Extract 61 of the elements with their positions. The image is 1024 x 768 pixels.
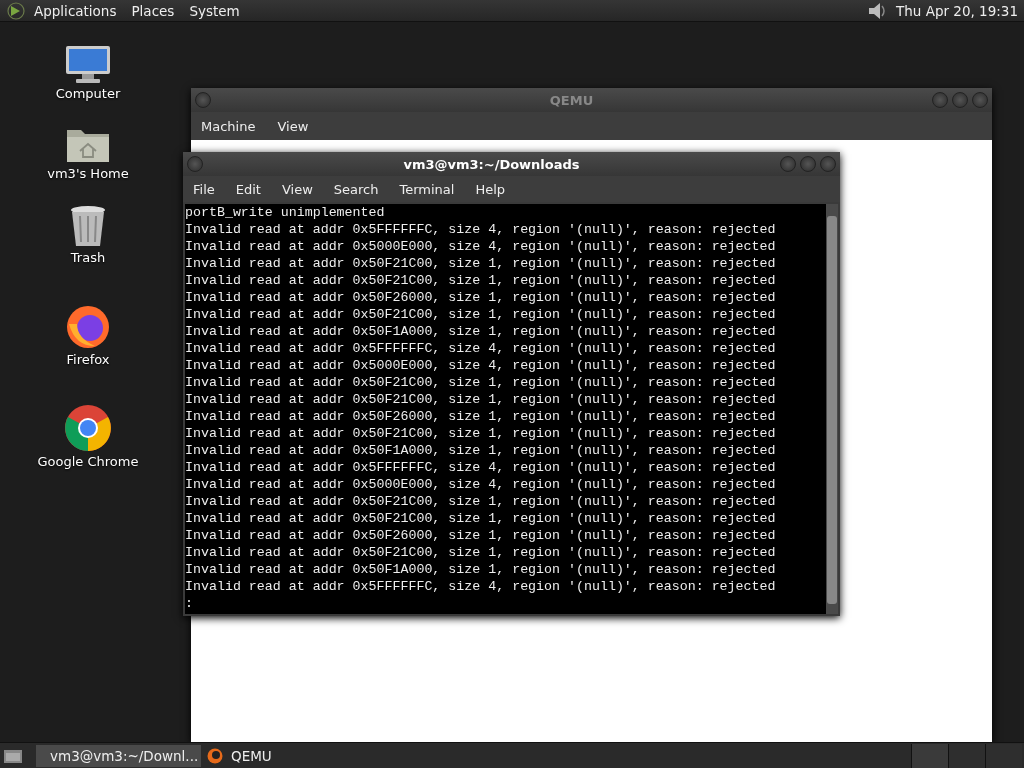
panel-menu[interactable]: Places [131, 2, 175, 19]
terminal-line: Invalid read at addr 0x50F21C00, size 1, region '(null)', reason: rejected [185, 374, 777, 391]
panel-menu[interactable]: Applications [34, 2, 117, 19]
terminal-line: Invalid read at addr 0x50F21C00, size 1, region '(null)', reason: rejected [185, 306, 777, 323]
terminal-line: Invalid read at addr 0x5000E000, size 4, region '(null)', reason: rejected [185, 476, 777, 493]
desktop-icon-label[interactable]: Trash [70, 250, 106, 265]
desktop-icon-label[interactable]: Computer [55, 86, 121, 101]
minimize-button[interactable] [780, 156, 796, 172]
taskbar-button[interactable]: vm3@vm3:~/Downl... [36, 744, 201, 767]
computer-icon[interactable] [64, 44, 112, 84]
terminal-line: Invalid read at addr 0x5FFFFFFC, size 4, region '(null)', reason: rejected [185, 459, 777, 476]
close-button[interactable] [820, 156, 836, 172]
window-menu-button[interactable] [195, 92, 211, 108]
terminal-line: Invalid read at addr 0x50F26000, size 1, region '(null)', reason: rejected [185, 289, 777, 306]
minimize-button[interactable] [932, 92, 948, 108]
window-title: QEMU [548, 92, 595, 108]
terminal-line: Invalid read at addr 0x5FFFFFFC, size 4, region '(null)', reason: rejected [185, 340, 777, 357]
menu-item[interactable]: Help [475, 181, 506, 197]
menu-item[interactable]: Edit [235, 181, 261, 197]
menu-item[interactable]: Machine [201, 118, 256, 134]
close-button[interactable] [972, 92, 988, 108]
terminal-line: Invalid read at addr 0x50F26000, size 1, region '(null)', reason: rejected [185, 408, 777, 425]
window-menu-button[interactable] [187, 156, 203, 172]
terminal-line: Invalid read at addr 0x50F1A000, size 1, region '(null)', reason: rejected [185, 323, 777, 340]
firefox-icon[interactable] [65, 304, 111, 350]
terminal-line: Invalid read at addr 0x50F21C00, size 1, region '(null)', reason: rejected [185, 391, 777, 408]
terminal-line: Invalid read at addr 0x5000E000, size 4, region '(null)', reason: rejected [185, 238, 777, 255]
menu-item[interactable]: View [277, 118, 309, 134]
terminal-line: Invalid read at addr 0x50F21C00, size 1, region '(null)', reason: rejected [185, 425, 777, 442]
terminal-line: Invalid read at addr 0x50F21C00, size 1, region '(null)', reason: rejected [185, 544, 777, 561]
chrome-icon[interactable] [64, 404, 112, 452]
desktop-icon-label[interactable]: Google Chrome [37, 454, 139, 469]
terminal-line: portB_write unimplemented [185, 204, 386, 221]
window-title: vm3@vm3:~/Downloads [402, 156, 581, 172]
terminal-line: Invalid read at addr 0x5000E000, size 4, region '(null)', reason: rejected [185, 357, 777, 374]
menu-item[interactable]: Terminal [399, 181, 455, 197]
terminal-line: Invalid read at addr 0x5FFFFFFC, size 4, region '(null)', reason: rejected [185, 221, 777, 238]
maximize-button[interactable] [800, 156, 816, 172]
menu-logo-icon[interactable] [6, 0, 26, 21]
terminal-line: Invalid read at addr 0x50F21C00, size 1, region '(null)', reason: rejected [185, 255, 777, 272]
taskbar-button[interactable]: QEMU [201, 744, 366, 767]
terminal-line: Invalid read at addr 0x50F26000, size 1, region '(null)', reason: rejected [185, 527, 777, 544]
maximize-button[interactable] [952, 92, 968, 108]
desktop-icon-label[interactable]: vm3's Home [47, 166, 129, 181]
terminal-line: Invalid read at addr 0x50F21C00, size 1, region '(null)', reason: rejected [185, 510, 777, 527]
clock[interactable]: Thu Apr 20, 19:31 [896, 2, 1018, 19]
menu-item[interactable]: File [193, 181, 215, 197]
terminal-prompt: : [185, 595, 194, 612]
panel-menu[interactable]: System [189, 2, 240, 19]
scrollbar[interactable] [826, 204, 838, 614]
desktop-icon-label[interactable]: Firefox [66, 352, 110, 367]
terminal-line: Invalid read at addr 0x50F21C00, size 1, region '(null)', reason: rejected [185, 493, 777, 510]
workspace-switcher[interactable] [911, 743, 1022, 768]
menu-item[interactable]: Search [333, 181, 379, 197]
scrollbar-thumb[interactable] [827, 216, 837, 604]
trash-icon[interactable] [68, 204, 108, 248]
menu-item[interactable]: View [281, 181, 313, 197]
terminal-line: Invalid read at addr 0x5FFFFFFC, size 4, region '(null)', reason: rejected [185, 578, 777, 595]
terminal-line: Invalid read at addr 0x50F1A000, size 1, region '(null)', reason: rejected [185, 442, 777, 459]
terminal-line: Invalid read at addr 0x50F1A000, size 1, region '(null)', reason: rejected [185, 561, 777, 578]
terminal-line: Invalid read at addr 0x50F21C00, size 1, region '(null)', reason: rejected [185, 272, 777, 289]
